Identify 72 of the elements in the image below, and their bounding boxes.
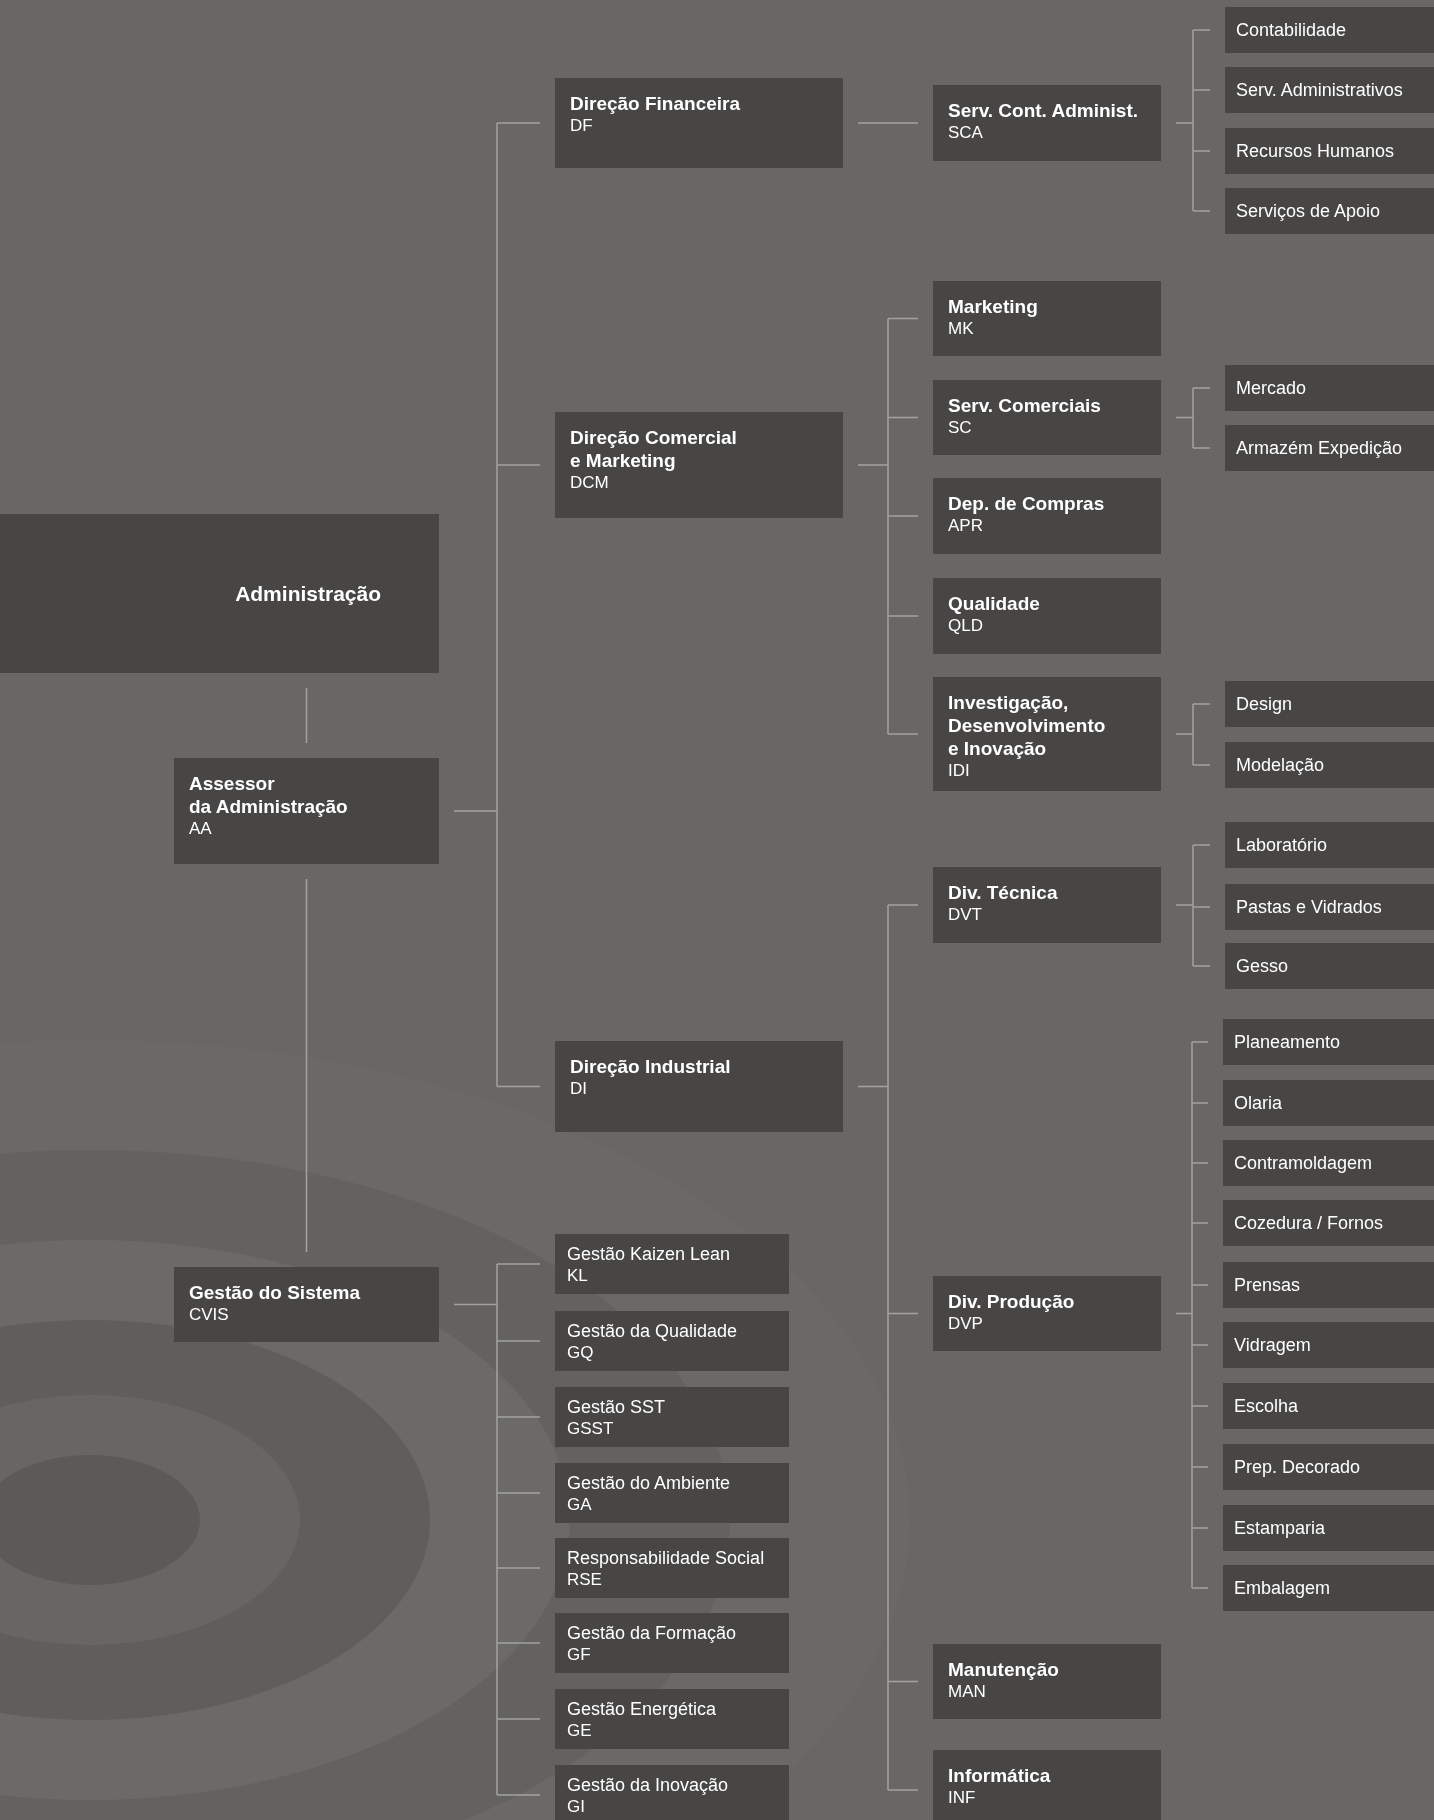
unit-code: CVIS	[189, 1304, 230, 1326]
unit-title: Gestão Kaizen Lean	[567, 1243, 732, 1265]
unit-title: Serviços de Apoio	[1236, 200, 1382, 222]
unit-code: INF	[948, 1787, 977, 1809]
unit-title: Manutenção	[948, 1658, 1060, 1681]
unit-title: Pastas e Vidrados	[1236, 896, 1383, 918]
unit-title: Responsabilidade Social	[567, 1547, 766, 1569]
unit-title: Mercado	[1236, 377, 1308, 399]
unit-code: DI	[570, 1078, 588, 1100]
unit-code: MK	[948, 318, 975, 340]
unit-title: Contramoldagem	[1234, 1152, 1374, 1174]
connector-line	[1175, 387, 1211, 449]
unit-title: Estamparia	[1234, 1517, 1327, 1539]
unit-title: Assessor da Administração	[189, 772, 349, 818]
unit-title: Qualidade	[948, 592, 1041, 615]
unit-code: SCA	[948, 122, 984, 144]
unit-title: Gestão do Ambiente	[567, 1472, 732, 1494]
connector-line	[1175, 703, 1211, 766]
unit-title: Modelação	[1236, 754, 1326, 776]
unit-code: IDI	[948, 760, 971, 782]
unit-title: Armazém Expedição	[1236, 437, 1404, 459]
unit-code: GI	[567, 1796, 586, 1818]
unit-title: Direção Industrial	[570, 1055, 732, 1078]
unit-title: Prep. Decorado	[1234, 1456, 1362, 1478]
unit-title: Serv. Cont. Administ.	[948, 99, 1140, 122]
unit-title: Informática	[948, 1764, 1052, 1787]
unit-title: Marketing	[948, 295, 1039, 318]
unit-code: GE	[567, 1720, 593, 1742]
unit-title: Administração	[235, 581, 381, 606]
unit-code: GA	[567, 1494, 593, 1516]
unit-code: APR	[948, 515, 984, 537]
unit-title: Escolha	[1234, 1395, 1300, 1417]
unit-code: GQ	[567, 1342, 595, 1364]
unit-code: DCM	[570, 472, 610, 494]
unit-title: Olaria	[1234, 1092, 1283, 1114]
unit-code: DVT	[948, 904, 983, 926]
unit-title: Div. Produção	[948, 1290, 1076, 1313]
unit-title: Recursos Humanos	[1236, 140, 1396, 162]
unit-code: MAN	[948, 1681, 987, 1703]
unit-title: Laboratório	[1236, 834, 1329, 856]
unit-title: Cozedura / Fornos	[1234, 1212, 1385, 1234]
unit-code: RSE	[567, 1569, 603, 1591]
unit-title: Planeamento	[1234, 1031, 1342, 1053]
unit-code: QLD	[948, 615, 984, 637]
unit-title: Direção Financeira	[570, 92, 742, 115]
unit-title: Gestão da Qualidade	[567, 1320, 739, 1342]
connector-line	[305, 687, 308, 744]
unit-title: Gestão do Sistema	[189, 1281, 362, 1304]
unit-code: DVP	[948, 1313, 984, 1335]
unit-title: Gestão da Formação	[567, 1622, 738, 1644]
unit-code: KL	[567, 1265, 589, 1287]
unit-code: AA	[189, 818, 213, 840]
unit-title: Contabilidade	[1236, 19, 1348, 41]
unit-title: Serv. Administrativos	[1236, 79, 1404, 101]
unit-title: Design	[1236, 693, 1294, 715]
unit-title: Div. Técnica	[948, 881, 1059, 904]
unit-code: GF	[567, 1644, 592, 1666]
unit-title: Embalagem	[1234, 1577, 1332, 1599]
unit-code: GSST	[567, 1418, 615, 1440]
unit-code: SC	[948, 417, 973, 439]
unit-title: Direção Comercial e Marketing	[570, 426, 738, 472]
unit-title: Serv. Comerciais	[948, 394, 1102, 417]
unit-code: DF	[570, 115, 594, 137]
unit-title: Gestão Energética	[567, 1698, 718, 1720]
unit-title: Gestão da Inovação	[567, 1774, 730, 1796]
unit-title: Gesso	[1236, 955, 1290, 977]
unit-title: Investigação, Desenvolvimento e Inovação	[948, 691, 1107, 760]
unit-title: Prensas	[1234, 1274, 1302, 1296]
connector-line	[857, 122, 919, 124]
unit-title: Vidragem	[1234, 1334, 1312, 1356]
unit-title: Dep. de Compras	[948, 492, 1106, 515]
unit-title: Gestão SST	[567, 1396, 667, 1418]
